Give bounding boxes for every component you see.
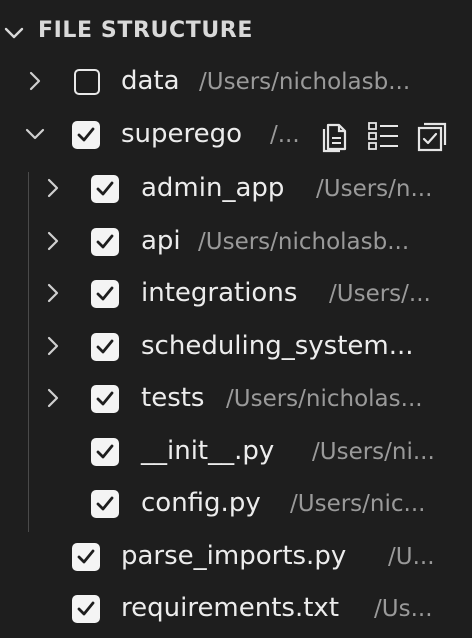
- checkbox-unchecked[interactable]: [74, 69, 100, 95]
- item-path: /Users/nicholasb...: [199, 69, 411, 95]
- tree-item-integrations[interactable]: integrations /Users/...: [0, 268, 472, 320]
- chevron-right-icon[interactable]: [42, 177, 64, 199]
- item-path: /Users/nic...: [290, 491, 426, 517]
- tree-item-tests[interactable]: tests /Users/nicholas...: [0, 373, 472, 425]
- checkmark-icon: [96, 391, 114, 406]
- chevron-right-icon[interactable]: [42, 230, 64, 252]
- item-path: /Users/...: [329, 281, 431, 307]
- checkmark-icon: [96, 181, 114, 196]
- item-name: config.py: [141, 488, 261, 518]
- tree-item-requirements-txt[interactable]: requirements.txt /Us...: [0, 583, 472, 635]
- checkmark-icon: [96, 286, 114, 301]
- item-name: superego: [121, 119, 243, 149]
- item-name: data: [121, 66, 180, 96]
- panel-title: FILE STRUCTURE: [38, 18, 253, 43]
- item-name: integrations: [141, 278, 298, 308]
- checkbox-checked[interactable]: [91, 438, 119, 466]
- checkmark-icon: [96, 496, 114, 511]
- chevron-down-icon[interactable]: [3, 22, 25, 44]
- checkmark-icon: [96, 234, 114, 249]
- copy-file-icon[interactable]: [318, 119, 352, 153]
- item-name: api: [141, 226, 181, 256]
- file-structure-panel: FILE STRUCTURE data /Users/nicholasb... …: [0, 0, 472, 638]
- item-path: /Users/nicholasb...: [198, 229, 410, 255]
- tree-item-data[interactable]: data /Users/nicholasb...: [0, 56, 472, 108]
- chevron-right-icon[interactable]: [42, 387, 64, 409]
- checkmark-icon: [77, 601, 95, 616]
- item-name: parse_imports.py: [121, 541, 347, 571]
- checkbox-checked[interactable]: [91, 175, 119, 203]
- checkbox-checked[interactable]: [91, 490, 119, 518]
- item-name: tests: [141, 383, 205, 413]
- item-path: /U...: [388, 544, 435, 570]
- item-path: /Us...: [374, 596, 433, 622]
- tree-item-superego[interactable]: superego /...: [0, 109, 472, 161]
- tree-item-parse-imports-py[interactable]: parse_imports.py /U...: [0, 531, 472, 583]
- item-name: __init__.py: [141, 436, 275, 466]
- item-name: admin_app: [141, 173, 285, 203]
- checkbox-checked[interactable]: [91, 280, 119, 308]
- checkbox-checked[interactable]: [91, 333, 119, 361]
- tree-item-config-py[interactable]: config.py /Users/nic...: [0, 478, 472, 530]
- checkmark-icon: [96, 444, 114, 459]
- checkmark-icon: [77, 549, 95, 564]
- checkbox-checked[interactable]: [91, 228, 119, 256]
- item-name: requirements.txt: [121, 593, 340, 623]
- checkmark-icon: [77, 127, 95, 142]
- chevron-right-icon[interactable]: [42, 282, 64, 304]
- select-all-icon[interactable]: [416, 119, 450, 153]
- item-path: /Users/n...: [316, 176, 433, 202]
- chevron-down-icon[interactable]: [24, 123, 46, 145]
- chevron-right-icon[interactable]: [24, 70, 46, 92]
- tree-item-scheduling-system[interactable]: scheduling_system...: [0, 321, 472, 373]
- checkbox-checked[interactable]: [72, 121, 100, 149]
- item-path: /...: [270, 122, 300, 148]
- checkbox-checked[interactable]: [72, 543, 100, 571]
- tree-item-init-py[interactable]: __init__.py /Users/ni...: [0, 426, 472, 478]
- item-path: /Users/ni...: [312, 439, 435, 465]
- chevron-right-icon[interactable]: [42, 335, 64, 357]
- checkbox-checked[interactable]: [72, 595, 100, 623]
- item-path: /Users/nicholas...: [226, 386, 423, 412]
- tree-item-admin-app[interactable]: admin_app /Users/n...: [0, 163, 472, 215]
- panel-header[interactable]: FILE STRUCTURE: [0, 10, 472, 54]
- item-name: scheduling_system...: [141, 331, 414, 361]
- checkmark-icon: [96, 339, 114, 354]
- tree-item-api[interactable]: api /Users/nicholasb...: [0, 216, 472, 268]
- checkbox-checked[interactable]: [91, 385, 119, 413]
- checklist-icon[interactable]: [366, 119, 400, 153]
